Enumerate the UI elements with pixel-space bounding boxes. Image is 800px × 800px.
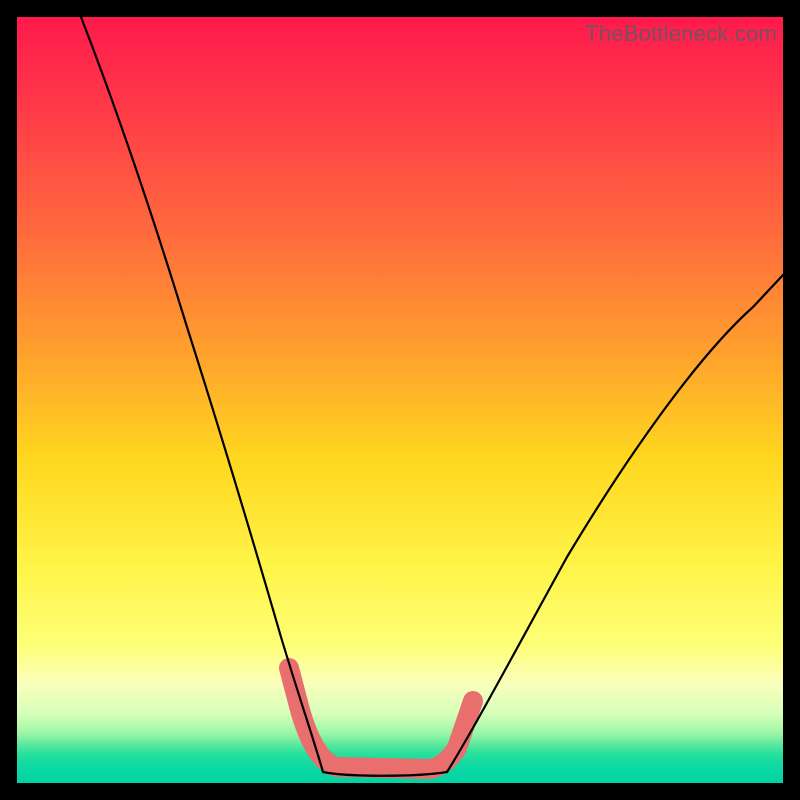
right-curve	[447, 275, 783, 772]
left-curve	[81, 17, 323, 772]
curve-layer	[17, 17, 783, 783]
chart-frame: TheBottleneck.com	[17, 17, 783, 783]
